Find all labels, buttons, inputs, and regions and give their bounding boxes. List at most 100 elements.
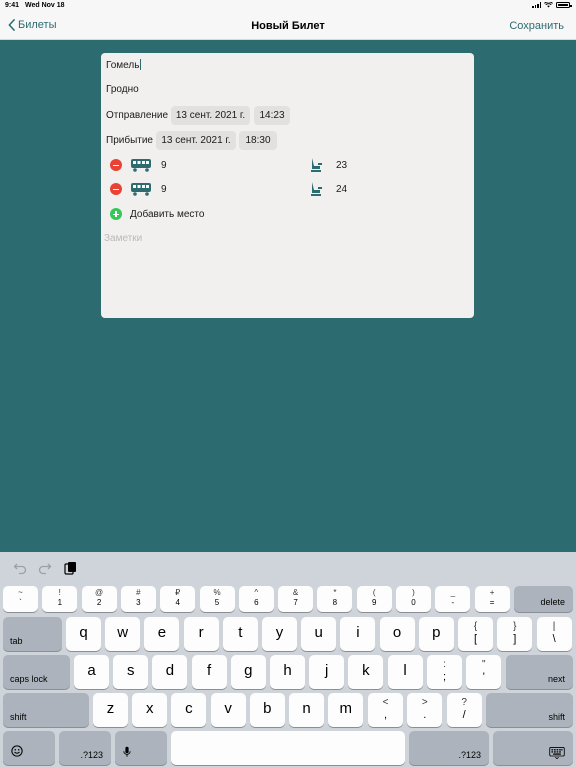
shift-key-left[interactable]: shift (3, 693, 89, 727)
key-\[interactable]: | \ (536, 617, 572, 651)
key-.[interactable]: >. (407, 693, 443, 727)
status-bar: 9:41 Wed Nov 18 (0, 0, 576, 14)
key-6[interactable]: ^ 6 (238, 586, 274, 612)
key-l[interactable]: l (387, 655, 423, 689)
key-0[interactable]: ) 0 (396, 586, 431, 612)
seat-number[interactable]: 23 (336, 160, 347, 171)
dictation-key[interactable] (115, 731, 167, 765)
key-m[interactable]: m (328, 693, 364, 727)
key-t[interactable]: t (222, 617, 258, 651)
key-3[interactable]: #3 (120, 586, 156, 612)
key-k[interactable]: k (348, 655, 384, 689)
remove-seat-button[interactable] (110, 159, 122, 171)
space-bar[interactable] (171, 731, 405, 765)
redo-icon[interactable] (38, 561, 52, 575)
key-d[interactable]: d (152, 655, 188, 689)
emoji-key[interactable] (3, 731, 55, 765)
key-h[interactable]: h (270, 655, 305, 689)
key-symbol: % (213, 588, 221, 597)
key-/[interactable]: ? / (446, 693, 482, 727)
key-v[interactable]: v (210, 693, 246, 727)
key-q[interactable]: q (66, 617, 101, 651)
key-;[interactable]: :; (427, 655, 462, 689)
shift-key-right[interactable]: shift (486, 693, 573, 727)
status-time: 9:41 (5, 2, 20, 9)
key-u[interactable]: u (301, 617, 337, 651)
save-button[interactable]: Сохранить (509, 20, 564, 32)
key-e[interactable]: e (144, 617, 180, 651)
remove-seat-button[interactable] (110, 183, 122, 195)
key-w[interactable]: w (105, 617, 141, 651)
key-b[interactable]: b (249, 693, 285, 727)
key-label: k (362, 662, 370, 679)
numbers-key-left[interactable]: .?123 (59, 731, 111, 765)
undo-icon[interactable] (13, 561, 27, 575)
key-`[interactable]: ~ ` (3, 586, 38, 612)
emoji-icon (11, 745, 23, 757)
key-label: m (339, 700, 352, 717)
from-city-value: Гомель (106, 60, 140, 71)
key-1[interactable]: ! 1 (42, 586, 78, 612)
key-label: s (126, 662, 135, 679)
key-r[interactable]: r (183, 617, 219, 651)
key-label: z (106, 700, 115, 717)
key-i[interactable]: i (340, 617, 376, 651)
arrival-date-picker[interactable]: 13 сент. 2021 г. (156, 131, 236, 150)
arrival-time-picker[interactable]: 18:30 (239, 131, 277, 150)
key-4[interactable]: ₽4 (160, 586, 196, 612)
status-icons (532, 2, 572, 8)
key-7[interactable]: & 7 (278, 586, 314, 612)
notes-field[interactable]: Заметки (104, 233, 464, 244)
key--[interactable]: _ - (435, 586, 471, 612)
wagon-number[interactable]: 9 (161, 160, 167, 171)
key-z[interactable]: z (93, 693, 128, 727)
add-seat-row[interactable]: Добавить место (110, 206, 470, 224)
numbers-key-right[interactable]: .?123 (409, 731, 489, 765)
seat-number[interactable]: 24 (336, 184, 347, 195)
key-=[interactable]: + = (474, 586, 510, 612)
key-a[interactable]: a (74, 655, 109, 689)
train-car-icon (131, 159, 151, 172)
add-seat-icon[interactable] (110, 208, 122, 220)
delete-key[interactable]: delete (514, 586, 573, 612)
key-j[interactable]: j (309, 655, 345, 689)
key-n[interactable]: n (289, 693, 324, 727)
key-s[interactable]: s (113, 655, 149, 689)
to-city-field[interactable]: Гродно (106, 84, 139, 95)
paste-icon[interactable] (63, 561, 77, 575)
key-][interactable]: }] (497, 617, 533, 651)
key-label: q (79, 624, 88, 641)
key-label: ] (513, 633, 517, 645)
next-key[interactable]: next (506, 655, 573, 689)
key-2[interactable]: @2 (81, 586, 117, 612)
key-x[interactable]: x (132, 693, 168, 727)
key-label: h (283, 662, 292, 679)
departure-time-picker[interactable]: 14:23 (254, 106, 290, 125)
add-seat-label[interactable]: Добавить место (130, 209, 204, 220)
key-c[interactable]: c (171, 693, 207, 727)
departure-date-picker[interactable]: 13 сент. 2021 г. (171, 106, 250, 125)
key-8[interactable]: * 8 (317, 586, 353, 612)
key-label: 6 (254, 598, 259, 607)
key-9[interactable]: (9 (356, 586, 392, 612)
key-p[interactable]: p (418, 617, 454, 651)
tab-key[interactable]: tab (3, 617, 62, 651)
key-g[interactable]: g (230, 655, 266, 689)
hide-keyboard-key[interactable] (493, 731, 573, 765)
key-f[interactable]: f (191, 655, 227, 689)
wifi-icon (544, 2, 553, 8)
key-label: i (356, 624, 360, 641)
key-o[interactable]: o (379, 617, 415, 651)
wagon-number[interactable]: 9 (161, 184, 167, 195)
keyboard: ~ `! 1 @2 #3 ₽4% 5 ^ 6 & 7 * 8(9) 0 _ - + = delete tab q w e r t… (0, 552, 576, 768)
key-[[interactable]: {[ (458, 617, 493, 651)
key-'[interactable]: " ' (466, 655, 502, 689)
key-5[interactable]: % 5 (199, 586, 235, 612)
key-label: .?123 (458, 750, 481, 760)
key-y[interactable]: y (262, 617, 297, 651)
key-,[interactable]: <, (368, 693, 403, 727)
arrival-label: Прибытие (106, 135, 153, 146)
caps-lock-key[interactable]: caps lock (3, 655, 70, 689)
from-city-field[interactable]: Гомель (106, 59, 142, 71)
key-symbol: < (382, 697, 389, 708)
